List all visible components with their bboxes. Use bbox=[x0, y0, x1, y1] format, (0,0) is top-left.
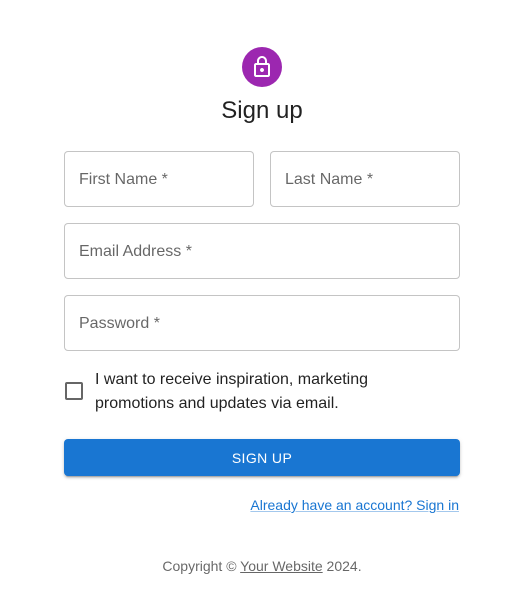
copyright-year: 2024. bbox=[326, 558, 362, 574]
marketing-checkbox-label[interactable]: I want to receive inspiration, marketing… bbox=[95, 368, 425, 416]
lock-outline-icon bbox=[254, 56, 270, 77]
sign-in-link[interactable]: Already have an account? Sign in bbox=[250, 496, 459, 514]
first-name-input[interactable] bbox=[65, 152, 253, 206]
password-field[interactable]: Password * bbox=[64, 295, 460, 351]
copyright: Copyright © Your Website 2024. bbox=[0, 557, 524, 575]
last-name-input[interactable] bbox=[271, 152, 459, 206]
sign-up-button[interactable]: SIGN UP bbox=[64, 439, 460, 476]
first-name-field[interactable]: First Name * bbox=[64, 151, 254, 207]
copyright-prefix: Copyright © bbox=[162, 558, 237, 574]
email-input[interactable] bbox=[65, 224, 459, 278]
page-title: Sign up bbox=[221, 97, 303, 124]
email-field[interactable]: Email Address * bbox=[64, 223, 460, 279]
website-link[interactable]: Your Website bbox=[240, 558, 323, 574]
signup-page: Sign up First Name * Last Name * Email A… bbox=[0, 0, 530, 615]
avatar bbox=[242, 47, 282, 87]
password-input[interactable] bbox=[65, 296, 459, 350]
last-name-field[interactable]: Last Name * bbox=[270, 151, 460, 207]
marketing-checkbox[interactable] bbox=[65, 382, 83, 400]
